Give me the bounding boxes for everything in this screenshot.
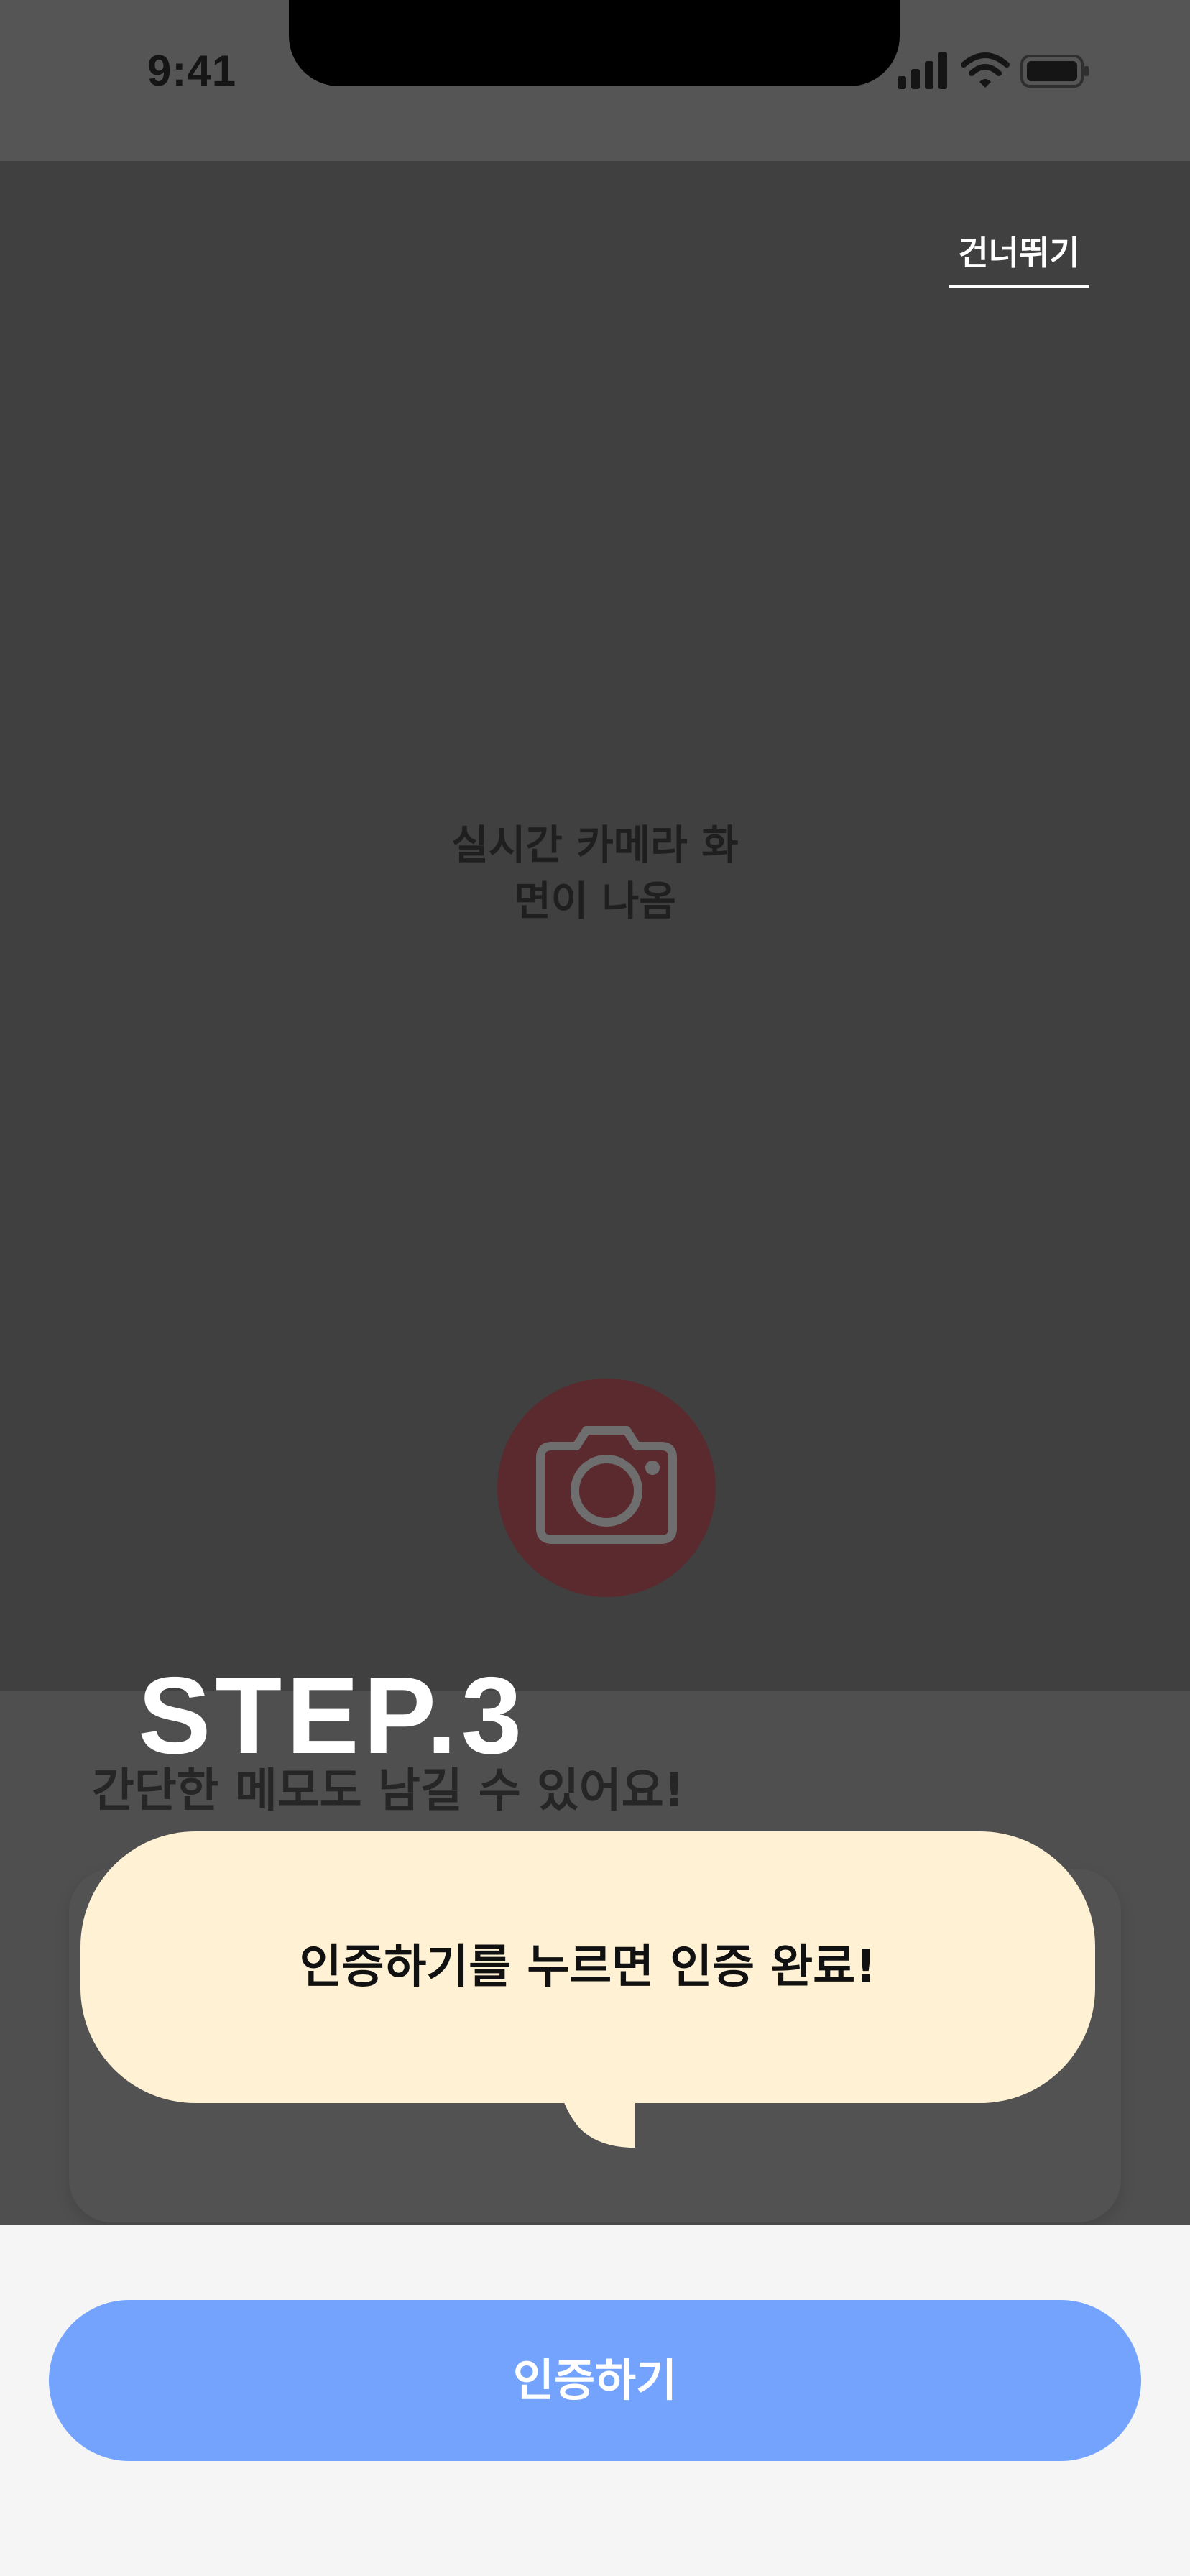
skip-button[interactable]: 건너뛰기: [949, 224, 1089, 288]
camera-hint-line-1: 실시간 카메라 화: [451, 822, 739, 869]
wifi-icon: [961, 52, 1010, 88]
camera-hint-line-2: 면이 나옴: [514, 878, 676, 925]
status-time: 9:41: [147, 47, 237, 95]
speech-bubble-text: 인증하기를 누르면 인증 완료!: [299, 1941, 877, 1994]
device-notch: [289, 0, 900, 86]
verify-button[interactable]: 인증하기: [49, 2300, 1141, 2461]
signal-icon: [898, 52, 947, 89]
capture-button[interactable]: [497, 1379, 716, 1597]
battery-icon: [1020, 55, 1089, 88]
camera-icon: [536, 1426, 677, 1544]
camera-placeholder-text: 실시간 카메라 화 면이 나옴: [379, 818, 811, 930]
step-caption: 간단한 메모도 남길 수 있어요!: [92, 1765, 685, 1818]
